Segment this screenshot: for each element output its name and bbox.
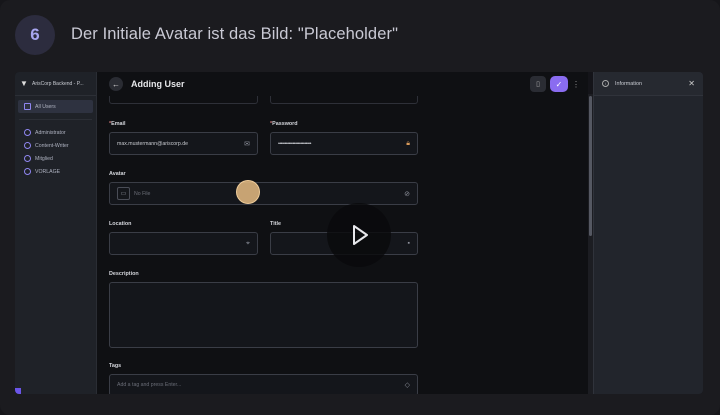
location-field[interactable]: ⌖ (109, 232, 258, 255)
top-bar: ← Adding User ▯ ✓ ⋮ (97, 72, 588, 96)
email-field[interactable]: max.mustermann@ariscorp.de ✉ (109, 132, 258, 155)
folder-icon: ▭ (117, 187, 130, 200)
sidebar-item-label: Content-Writer (35, 142, 69, 149)
play-icon (353, 225, 368, 245)
password-field[interactable]: ••••••••••••••••••••••••• 🔒︎ (270, 132, 418, 155)
sidebar-divider (19, 119, 92, 120)
avatar-placeholder: No File (134, 190, 151, 197)
tag-icon: ◇ (404, 382, 410, 389)
save-check-button[interactable]: ✓ (550, 76, 568, 92)
information-panel: i Information ✕ (593, 72, 703, 394)
role-icon (24, 155, 31, 162)
step-title: Der Initiale Avatar ist das Bild: "Place… (71, 25, 399, 43)
more-options-icon[interactable]: ⋮ (572, 80, 580, 89)
lock-icon: 🔒︎ (406, 139, 410, 147)
close-icon[interactable]: ✕ (688, 79, 695, 88)
briefcase-icon: ▪ (407, 240, 410, 247)
tags-placeholder: Add a tag and press Enter... (117, 382, 182, 388)
document-icon[interactable]: ▯ (530, 76, 546, 92)
location-label: Location (109, 221, 132, 227)
tutorial-step-card: 6 Der Initiale Avatar ist das Bild: "Pla… (0, 0, 720, 415)
sidebar-item-content-writer[interactable]: Content-Writer (18, 139, 93, 152)
scrollbar-thumb[interactable] (589, 96, 592, 236)
app-sidebar: ▼ ArisCorp Backend - P... All Users Admi… (15, 72, 97, 394)
sidebar-item-all-users[interactable]: All Users (18, 100, 93, 113)
sidebar-item-label: Mitglied (35, 155, 53, 162)
email-label: *Email (109, 121, 126, 127)
information-title: Information (615, 80, 642, 87)
role-icon (24, 168, 31, 175)
sidebar-accent (15, 388, 21, 394)
sidebar-item-label: VORLAGE (35, 168, 61, 175)
description-label: Description (109, 271, 139, 277)
sidebar-item-mitglied[interactable]: Mitglied (18, 152, 93, 165)
sidebar-header[interactable]: ▼ ArisCorp Backend - P... (15, 72, 96, 96)
description-textarea[interactable] (109, 282, 418, 348)
mail-icon: ✉ (244, 140, 250, 148)
information-panel-header: i Information ✕ (594, 72, 703, 96)
sidebar-item-label: All Users (35, 103, 56, 110)
info-icon: i (602, 80, 609, 87)
paperclip-icon: ⊘ (404, 190, 410, 198)
password-value: ••••••••••••••••••••••••• (278, 140, 311, 147)
step-number-badge: 6 (15, 15, 55, 55)
role-icon (24, 142, 31, 149)
tags-label: Tags (109, 363, 122, 369)
app-name: ArisCorp Backend - P... (32, 80, 84, 87)
sidebar-item-label: Administrator (35, 129, 66, 136)
sidebar-item-vorlage[interactable]: VORLAGE (18, 165, 93, 178)
password-label: *Password (270, 121, 298, 127)
sidebar-item-administrator[interactable]: Administrator (18, 126, 93, 139)
email-value: max.mustermann@ariscorp.de (117, 140, 188, 147)
tags-input[interactable]: Add a tag and press Enter... ◇ (109, 374, 418, 394)
title-label: Title (270, 221, 281, 227)
role-icon (24, 129, 31, 136)
page-title: Adding User (131, 79, 185, 89)
play-button[interactable] (327, 203, 391, 267)
folder-icon (24, 103, 31, 110)
app-logo-icon: ▼ (20, 78, 28, 88)
avatar-file-input[interactable]: ▭ No File ⊘ (109, 182, 418, 205)
back-arrow-icon[interactable]: ← (109, 77, 123, 91)
click-cursor-highlight (236, 180, 260, 204)
video-player[interactable]: ▼ ArisCorp Backend - P... All Users Admi… (15, 72, 703, 394)
map-pin-icon: ⌖ (246, 239, 250, 247)
avatar-label: Avatar (109, 171, 126, 177)
